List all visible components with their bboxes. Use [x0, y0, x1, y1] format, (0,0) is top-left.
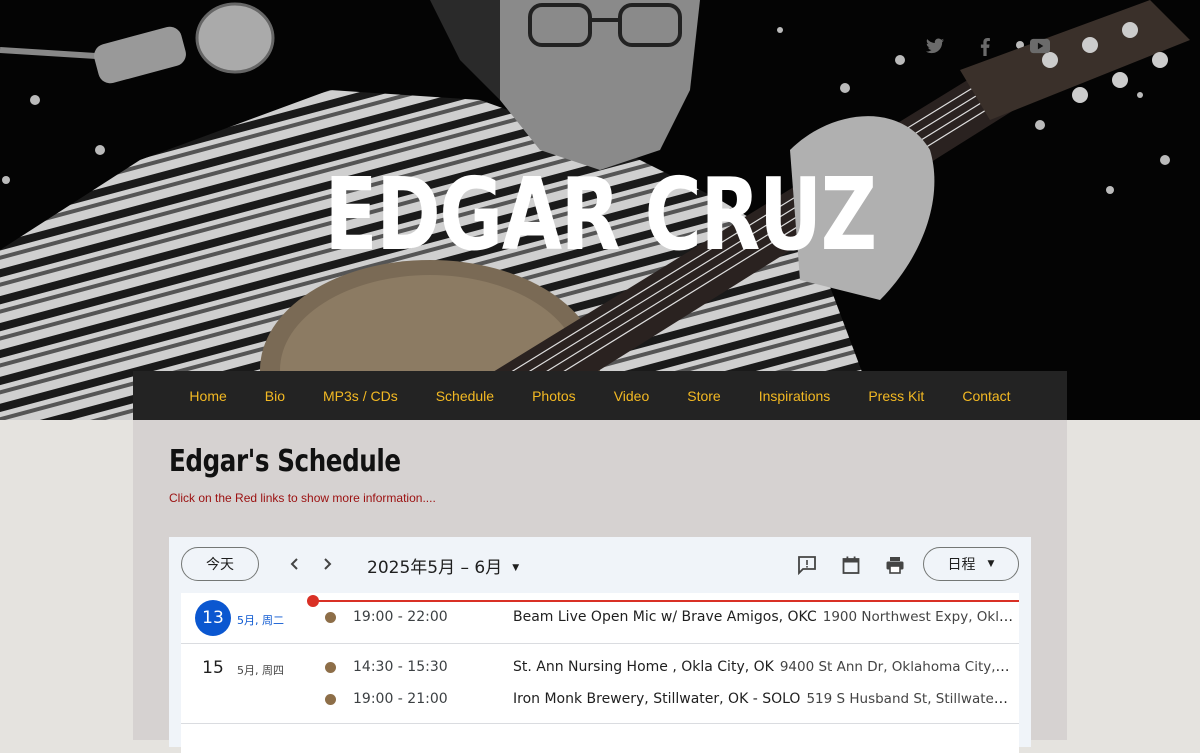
- event-item[interactable]: Beam Live Open Mic w/ Brave Amigos, OKC 1…: [513, 609, 1013, 625]
- event-location: 519 S Husband St, Stillwater, OK 74074: [806, 691, 1013, 707]
- main-content: Edgar's Schedule Click on the Red links …: [133, 420, 1067, 753]
- nav-contact[interactable]: Contact: [943, 388, 1029, 404]
- social-links: [926, 38, 1052, 56]
- twitter-icon[interactable]: [926, 38, 948, 56]
- caret-down-icon: ▼: [512, 563, 520, 573]
- nav-schedule[interactable]: Schedule: [417, 388, 513, 404]
- agenda-day-row: 15 5月, 周四 14:30 - 15:30 St. Ann Nursing …: [181, 643, 1019, 724]
- nav-press-kit[interactable]: Press Kit: [849, 388, 943, 404]
- nav-inspirations[interactable]: Inspirations: [740, 388, 850, 404]
- nav-home[interactable]: Home: [170, 388, 245, 404]
- hero-banner: EDGAR CRUZ: [0, 0, 1200, 420]
- chevron-left-icon[interactable]: [284, 553, 306, 575]
- nav-mp3s-cds[interactable]: MP3s / CDs: [304, 388, 417, 404]
- event-item[interactable]: St. Ann Nursing Home , Okla City, OK 9400…: [513, 659, 1013, 675]
- event-time[interactable]: 14:30 - 15:30: [353, 659, 448, 675]
- current-time-line: [312, 600, 1019, 602]
- facebook-icon[interactable]: [978, 38, 1000, 56]
- event-time[interactable]: 19:00 - 22:00: [353, 609, 448, 625]
- event-time[interactable]: 19:00 - 21:00: [353, 691, 448, 707]
- day-subtitle[interactable]: 5月, 周二: [237, 612, 284, 628]
- nav-video[interactable]: Video: [595, 388, 669, 404]
- view-selector-button[interactable]: 日程 ▼: [923, 547, 1019, 581]
- info-note: Click on the Red links to show more info…: [169, 491, 436, 505]
- event-title: St. Ann Nursing Home , Okla City, OK: [513, 659, 774, 675]
- nav-photos[interactable]: Photos: [513, 388, 595, 404]
- site-title[interactable]: EDGAR CRUZ: [132, 160, 1068, 270]
- nav-bio[interactable]: Bio: [246, 388, 304, 404]
- main-nav: Home Bio MP3s / CDs Schedule Photos Vide…: [133, 371, 1067, 420]
- day-subtitle[interactable]: 5月, 周四: [237, 662, 284, 678]
- caret-down-icon: ▼: [987, 559, 995, 569]
- today-button[interactable]: 今天: [181, 547, 259, 581]
- event-title: Beam Live Open Mic w/ Brave Amigos, OKC: [513, 609, 817, 625]
- event-color-dot: [325, 694, 336, 705]
- feedback-icon[interactable]: [797, 555, 817, 576]
- event-color-dot: [325, 662, 336, 673]
- event-title: Iron Monk Brewery, Stillwater, OK - SOLO: [513, 691, 801, 707]
- event-location: 9400 St Ann Dr, Oklahoma City, OK 73162: [779, 659, 1013, 675]
- calendar-icon[interactable]: [841, 555, 861, 575]
- embedded-calendar: 今天 2025年5月 – 6月 ▼ 日程 ▼ 13 5月, 周二 19:00 -…: [169, 537, 1031, 753]
- youtube-icon[interactable]: [1030, 38, 1052, 56]
- event-item[interactable]: Iron Monk Brewery, Stillwater, OK - SOLO…: [513, 691, 1013, 707]
- chevron-right-icon[interactable]: [316, 553, 338, 575]
- nav-store[interactable]: Store: [668, 388, 739, 404]
- day-number-today[interactable]: 13: [195, 600, 231, 636]
- date-range-selector[interactable]: 2025年5月 – 6月 ▼: [367, 553, 519, 578]
- view-label: 日程: [947, 557, 976, 573]
- agenda-list: 13 5月, 周二 19:00 - 22:00 Beam Live Open M…: [181, 593, 1019, 753]
- event-color-dot: [325, 612, 336, 623]
- day-number[interactable]: 15: [195, 650, 231, 686]
- page-title: Edgar's Schedule: [169, 444, 401, 479]
- date-range-label: 2025年5月 – 6月: [367, 558, 503, 578]
- event-location: 1900 Northwest Expy, Oklahoma City, OK: [822, 609, 1013, 625]
- print-icon[interactable]: [885, 555, 905, 575]
- agenda-day-row: 13 5月, 周二 19:00 - 22:00 Beam Live Open M…: [181, 593, 1019, 644]
